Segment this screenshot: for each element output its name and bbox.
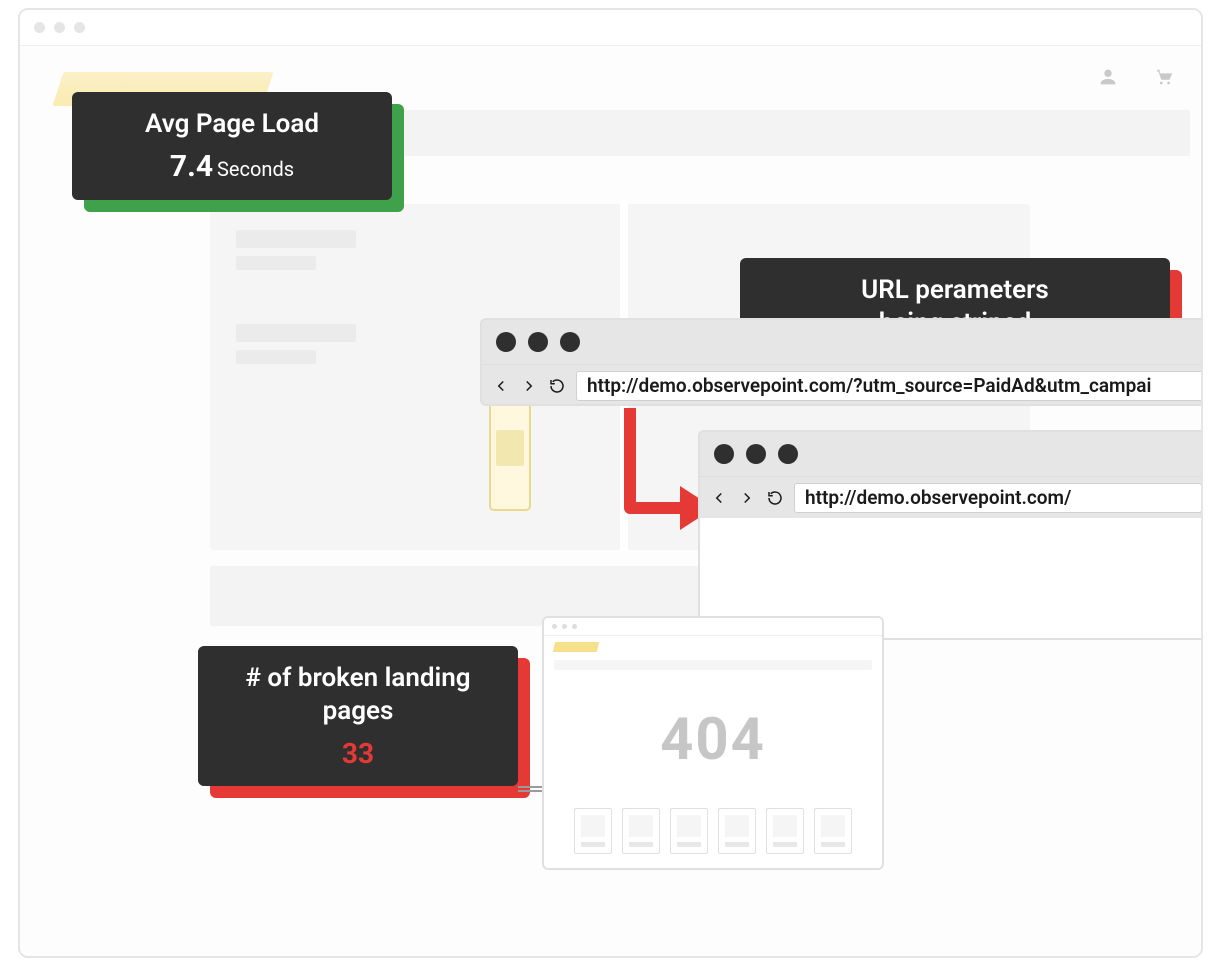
callout-title: Avg Page Load [98, 108, 366, 141]
browser-tabbar [700, 432, 1203, 476]
callout-title-line: pages [323, 696, 394, 726]
text-placeholder [236, 230, 356, 248]
thumbnail-placeholder [622, 808, 660, 854]
tiny-titlebar [544, 618, 882, 636]
browser-toolbar: http://demo.observepoint.com/ [700, 476, 1203, 518]
error-page-preview: 404 [542, 616, 884, 870]
text-placeholder [236, 324, 356, 342]
browser-toolbar: http://demo.observepoint.com/?utm_source… [482, 364, 1203, 406]
browser-after: http://demo.observepoint.com/ [698, 430, 1203, 640]
traffic-light-dot [496, 332, 516, 352]
avg-page-load-callout: Avg Page Load 7.4Seconds [72, 92, 392, 200]
url-text: http://demo.observepoint.com/ [805, 486, 1071, 509]
metric-value: 33 [224, 737, 492, 770]
address-bar: http://demo.observepoint.com/ [794, 483, 1202, 513]
traffic-light-dot [714, 444, 734, 464]
traffic-light-dot [778, 444, 798, 464]
url-text: http://demo.observepoint.com/?utm_source… [587, 374, 1151, 397]
text-placeholder [236, 350, 316, 364]
metric-value: 7.4 [170, 149, 213, 184]
connector-line [518, 786, 544, 792]
error-code: 404 [544, 706, 882, 774]
callout-title-line: # of broken landing [245, 663, 470, 693]
traffic-light-dot [74, 22, 85, 33]
traffic-light-dot [34, 22, 45, 33]
thumbnail-placeholder [718, 808, 756, 854]
reload-icon [766, 489, 784, 507]
illustration-window: Avg Page Load 7.4Seconds URL perameters … [18, 8, 1203, 958]
window-titlebar [20, 10, 1201, 46]
reload-icon [548, 377, 566, 395]
metric-unit: Seconds [217, 157, 294, 181]
forward-icon [520, 377, 538, 395]
traffic-light-dot [54, 22, 65, 33]
address-bar: http://demo.observepoint.com/?utm_source… [576, 371, 1203, 401]
back-icon [492, 377, 510, 395]
callout-title-line: URL perameters [861, 275, 1049, 305]
tiny-brand-logo [553, 642, 599, 652]
thumbnail-placeholder [814, 808, 852, 854]
thumbnail-placeholder [670, 808, 708, 854]
thumbnail-placeholder [766, 808, 804, 854]
broken-pages-callout: # of broken landing pages 33 [198, 646, 518, 786]
back-icon [710, 489, 728, 507]
callout-metric: 7.4Seconds [98, 149, 366, 184]
tiny-thumbnails [544, 808, 882, 854]
cart-icon [1153, 66, 1175, 88]
traffic-light-dot [560, 332, 580, 352]
browser-tabbar [482, 320, 1203, 364]
user-icon [1097, 66, 1119, 88]
browser-before: http://demo.observepoint.com/?utm_source… [480, 318, 1203, 406]
thumbnail-placeholder [574, 808, 612, 854]
forward-icon [738, 489, 756, 507]
traffic-light-dot [746, 444, 766, 464]
traffic-light-dot [528, 332, 548, 352]
callout-title: # of broken landing pages [224, 662, 492, 727]
header-icons [1097, 66, 1175, 88]
text-placeholder [236, 256, 316, 270]
tiny-nav-placeholder [554, 660, 872, 670]
